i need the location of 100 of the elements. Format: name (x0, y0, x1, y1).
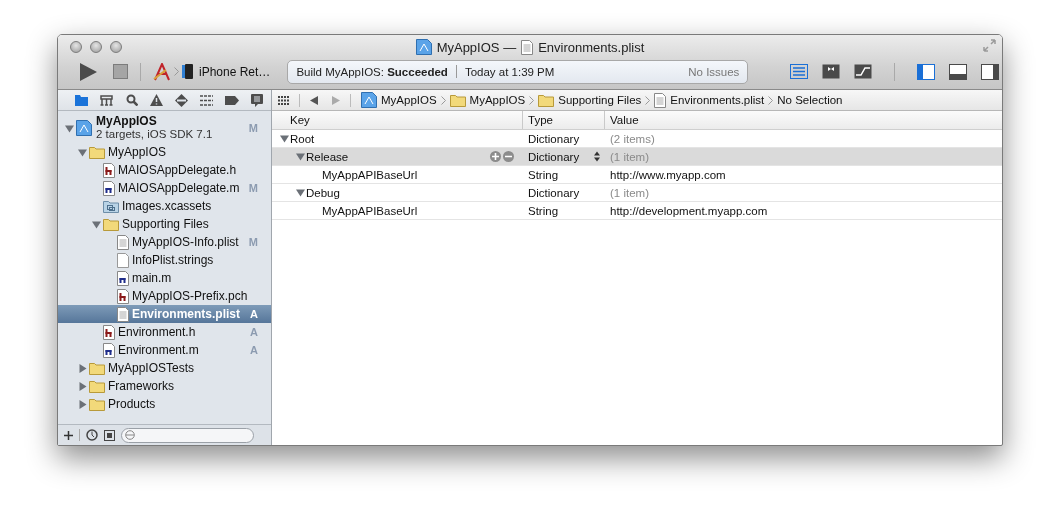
breadcrumb[interactable]: Supporting Files (538, 93, 642, 107)
status-letter: A (250, 326, 259, 338)
file-tree-item[interactable]: Supporting Files (58, 215, 271, 233)
value-text: http://www.myapp.com (610, 168, 726, 181)
document-icon (117, 234, 129, 250)
file-tree-item[interactable]: MAIOSAppDelegate.m M (58, 179, 271, 197)
file-tree-item[interactable]: MyAppIOS-Prefix.pch (58, 287, 271, 305)
build-time-text: Today at 1:39 PM (464, 65, 555, 78)
window-control-button[interactable] (90, 40, 102, 53)
disclosure-triangle-icon[interactable] (296, 188, 305, 197)
disclosure-triangle-icon[interactable] (280, 134, 289, 143)
project-item[interactable]: MyAppIOS 2 targets, iOS SDK 7.1 M (58, 113, 271, 143)
status-letter: M (248, 236, 259, 248)
file-tree-item[interactable]: MyAppIOSTests (58, 359, 271, 377)
add-icon[interactable] (64, 430, 73, 440)
source-file-icon (103, 342, 115, 358)
type-text: String (528, 168, 559, 181)
breadcrumb[interactable]: MyAppIOS (449, 93, 526, 107)
disclosure-triangle-icon[interactable] (78, 363, 87, 373)
scheme-selector[interactable]: iPhone Ret… (153, 62, 271, 81)
value-text: (1 item) (610, 150, 649, 163)
breadcrumb[interactable]: Environments.plist (654, 92, 765, 108)
file-tree-item[interactable]: InfoPlist.strings (58, 251, 271, 269)
chevron-icon (529, 95, 535, 105)
filter-field[interactable] (121, 427, 254, 443)
status-letter: M (248, 122, 259, 134)
chevron-icon (645, 95, 651, 105)
add-button[interactable] (490, 151, 501, 162)
value-text: (1 item) (610, 186, 649, 199)
tag-icon (224, 95, 239, 105)
key-text: Root (290, 132, 315, 145)
folder-icon (89, 361, 105, 375)
editor-mode-button[interactable] (820, 62, 843, 81)
navigator-tab[interactable] (172, 92, 191, 108)
column-header[interactable]: Type (522, 111, 604, 129)
run-button[interactable] (80, 62, 97, 81)
breadcrumb[interactable]: No Selection (777, 94, 843, 106)
project-subtitle: 2 targets, iOS SDK 7.1 (96, 128, 213, 141)
key-text: MyAppAPIBaseUrl (322, 168, 418, 181)
source-file-icon (103, 162, 115, 178)
file-tree-item[interactable]: MAIOSAppDelegate.h (58, 161, 271, 179)
value-text: (2 items) (610, 132, 655, 145)
remove-button[interactable] (503, 151, 514, 162)
navigator-tab[interactable] (97, 92, 116, 108)
plist-row[interactable]: Debug Dictionary (1 item) (272, 184, 1002, 202)
document-icon (654, 92, 667, 108)
lines-icon (790, 64, 809, 79)
lines-icon (200, 94, 213, 106)
speech-bubble-icon (250, 93, 263, 107)
back-arrow-icon[interactable] (310, 95, 318, 105)
file-tree-item[interactable]: Environment.h A (58, 323, 271, 341)
column-header[interactable]: Key (272, 111, 522, 129)
document-icon (521, 39, 534, 55)
navigator-tab[interactable] (197, 92, 216, 108)
type-text: Dictionary (528, 186, 580, 199)
disclosure-triangle-icon[interactable] (78, 147, 87, 157)
source-file-icon (103, 324, 115, 340)
window-title-file: Environments.plist (538, 39, 645, 55)
view-toggle-button[interactable] (915, 62, 938, 81)
window-control-button[interactable] (110, 40, 122, 53)
window-control-button[interactable] (70, 40, 82, 53)
editor-mode-button[interactable] (852, 62, 875, 81)
file-tree-item[interactable]: Environment.m A (58, 341, 271, 359)
document-icon (117, 306, 129, 322)
file-tree-item[interactable]: MyAppIOS-Info.plist M (58, 233, 271, 251)
build-status-text: Build MyAppIOS: Succeeded (296, 65, 448, 78)
chevron-icon (768, 95, 774, 105)
view-toggle-button[interactable] (947, 62, 970, 81)
value-text: http://development.myapp.com (610, 204, 768, 217)
plist-row[interactable]: Root Dictionary (2 items) (272, 130, 1002, 148)
stepper-icon[interactable] (594, 151, 600, 162)
file-tree-item[interactable]: Environments.plist A (58, 305, 271, 323)
source-file-icon (117, 288, 129, 304)
breadcrumb[interactable]: MyAppIOS (361, 92, 437, 108)
column-header[interactable]: Value (604, 111, 1002, 129)
chevron-icon (174, 67, 179, 76)
window-title: MyAppIOS — (436, 39, 517, 55)
view-toggle-button[interactable] (979, 62, 1002, 81)
plist-row[interactable]: MyAppAPIBaseUrl String http://www.myapp.com (272, 166, 1002, 184)
disclosure-triangle-icon[interactable] (65, 123, 74, 133)
file-tree-item[interactable]: MyAppIOS (58, 143, 271, 161)
disclosure-triangle-icon[interactable] (296, 152, 305, 161)
file-tree-item[interactable]: Frameworks (58, 377, 271, 395)
key-text: Debug (306, 186, 340, 199)
disclosure-triangle-icon[interactable] (92, 219, 101, 229)
file-tree-item[interactable]: Products (58, 395, 271, 413)
blank-file-icon (117, 252, 129, 268)
file-tree-item[interactable]: main.m (58, 269, 271, 287)
plist-row[interactable]: Release Dictionary (1 item) (272, 148, 1002, 166)
file-tree-item[interactable]: Images.xcassets (58, 197, 271, 215)
navigator-tab[interactable] (72, 92, 91, 108)
project-icon (415, 39, 432, 55)
grid-icon[interactable] (278, 95, 289, 105)
disclosure-triangle-icon[interactable] (78, 381, 87, 391)
editor-mode-button[interactable] (788, 62, 811, 81)
plist-row[interactable]: MyAppAPIBaseUrl String http://development.myapp.com (272, 202, 1002, 220)
project-icon (76, 120, 92, 136)
clock-icon[interactable] (86, 429, 98, 441)
navigator-tab[interactable] (147, 92, 166, 108)
disclosure-triangle-icon[interactable] (78, 399, 87, 409)
